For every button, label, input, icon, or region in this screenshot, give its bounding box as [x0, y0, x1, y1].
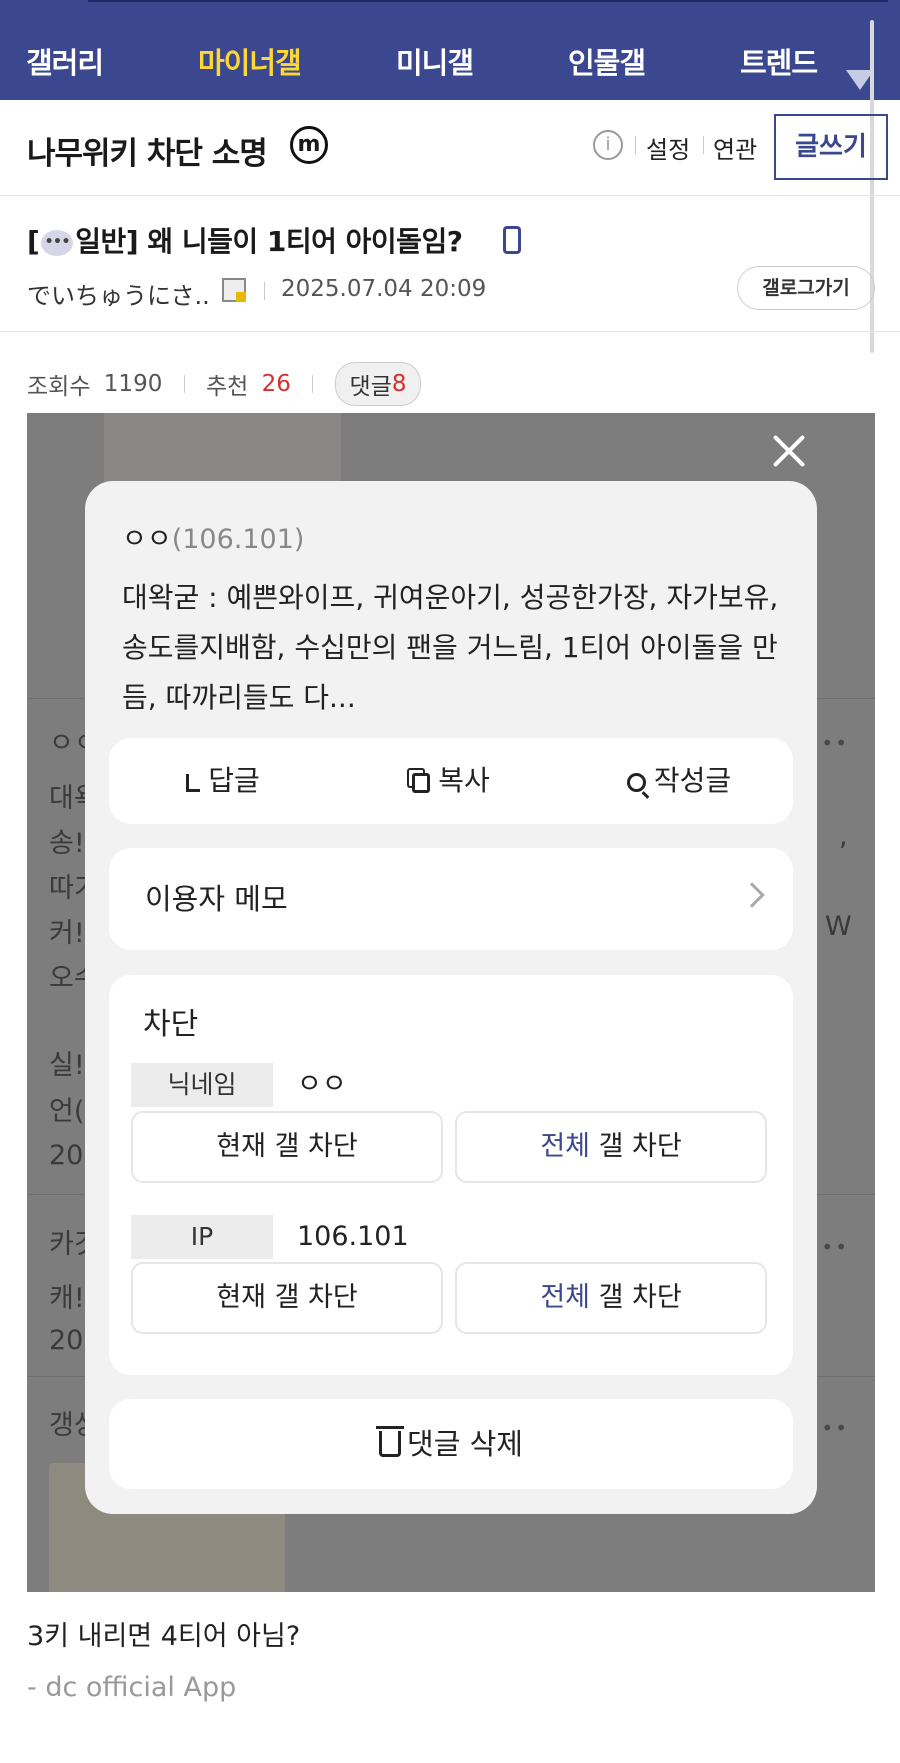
minor-gallery-badge-icon: m	[290, 126, 328, 164]
comments-label: 댓글	[349, 374, 392, 400]
reply-icon	[186, 774, 201, 792]
copy-icon	[412, 773, 431, 793]
nav-gallery[interactable]: 갤러리	[26, 40, 104, 82]
post-title-text: ] 왜 니들이 1티어 아이돌임?	[125, 225, 463, 258]
bg-comment-text: 캐!	[49, 1283, 85, 1314]
gallery-header: 나무위키 차단 소명 m i 설정 연관 글쓰기	[0, 100, 900, 196]
copy-label: 복사	[438, 764, 490, 797]
nickname-tag: 닉네임	[131, 1063, 273, 1107]
post-stats: 조회수 1190 추천 26 댓글8	[27, 362, 422, 406]
block-title: 차단	[143, 1007, 199, 1042]
all-label: 전체	[540, 1282, 590, 1313]
divider	[264, 282, 265, 300]
chevron-right-icon	[739, 882, 765, 908]
delete-comment-label: 댓글 삭제	[109, 1399, 793, 1489]
comment-count-pill[interactable]: 댓글8	[334, 362, 422, 406]
bg-comment-text: 실!	[49, 1050, 85, 1081]
user-memo-label: 이용자 메모	[145, 882, 288, 916]
bg-comment-text: W	[825, 911, 852, 942]
bg-comment-text: 20	[49, 1325, 84, 1356]
ip-value: 106.101	[297, 1221, 409, 1252]
delete-comment-button[interactable]: 댓글 삭제	[109, 1399, 793, 1489]
views-label: 조회수	[27, 374, 91, 400]
info-icon[interactable]: i	[593, 130, 623, 160]
divider	[635, 136, 636, 154]
block-section: 차단 닉네임 ㅇㅇ 현재 갤 차단 전체 갤 차단 IP 106.101 현재 …	[109, 975, 793, 1375]
search-bar-edge[interactable]	[88, 0, 888, 2]
copy-button[interactable]: 복사	[337, 738, 565, 824]
post-date: 2025.07.04 20:09	[281, 276, 487, 302]
speech-bubble-icon: •••	[41, 230, 74, 256]
all-label: 전체	[540, 1131, 590, 1162]
post-category: 일반	[75, 225, 126, 258]
ip-block-all-button[interactable]: 전체 갤 차단	[455, 1262, 767, 1334]
nickname-block-current-button[interactable]: 현재 갤 차단	[131, 1111, 443, 1183]
post-title: [••• 일반] 왜 니들이 1티어 아이돌임?	[27, 220, 463, 260]
nav-minor-gallery[interactable]: 마이너갤	[198, 40, 302, 82]
recommend-count: 26	[261, 371, 291, 397]
close-icon[interactable]	[770, 432, 808, 470]
bg-comment-text: 언(	[49, 1096, 85, 1127]
comment-action-modal: ㅇㅇ(106.101) 대왁굳 : 예쁜와이프, 귀여운아기, 성공한가장, 자…	[85, 481, 817, 1514]
nav-person-gallery[interactable]: 인물갤	[568, 40, 646, 82]
user-memo-row[interactable]: 이용자 메모	[109, 848, 793, 950]
divider	[312, 375, 314, 393]
gallery-block-label: 갤 차단	[590, 1131, 682, 1162]
ip-block-current-button[interactable]: 현재 갤 차단	[131, 1262, 443, 1334]
member-icon	[222, 278, 246, 302]
bg-comment-text: 커!	[49, 918, 85, 949]
gallery-block-label: 갤 차단	[590, 1282, 682, 1313]
title-bracket-open: [	[27, 225, 40, 258]
divider	[183, 375, 185, 393]
nav-trend[interactable]: 트렌드	[740, 40, 818, 82]
nickname-block-all-button[interactable]: 전체 갤 차단	[455, 1111, 767, 1183]
commenter-nickname: ㅇㅇ	[122, 524, 172, 555]
related-link[interactable]: 연관	[713, 130, 757, 165]
post-header: [••• 일반] 왜 니들이 1티어 아이돌임? でいちゅうにさ.. 2025.0…	[0, 196, 900, 332]
reply-button[interactable]: 답글	[109, 738, 337, 824]
ip-tag: IP	[131, 1215, 273, 1259]
delete-text: 댓글 삭제	[407, 1427, 523, 1461]
author-name[interactable]: でいちゅうにさ..	[27, 276, 210, 311]
comments-count: 8	[391, 371, 407, 397]
reply-label: 답글	[208, 764, 260, 797]
trash-icon	[376, 1426, 405, 1457]
gallery-title[interactable]: 나무위키 차단 소명	[27, 128, 268, 173]
nickname-value: ㅇㅇ	[297, 1069, 347, 1100]
nav-mini-gallery[interactable]: 미니갤	[396, 40, 474, 82]
views-count: 1190	[103, 371, 163, 397]
top-nav: 갤러리 마이너갤 미니갤 인물갤 트렌드	[0, 20, 900, 100]
write-button[interactable]: 글쓰기	[774, 114, 888, 180]
bg-comment-text: 송!	[49, 828, 85, 859]
commenter-name: ㅇㅇ(106.101)	[122, 517, 304, 556]
app-signature: - dc official App	[27, 1672, 237, 1703]
bg-comment-text: 20	[49, 1140, 84, 1171]
search-icon	[626, 773, 646, 792]
comment-text: 대왁굳 : 예쁜와이프, 귀여운아기, 성공한가장, 자가보유, 송도를지배함,…	[122, 581, 779, 714]
post-body-text: 3키 내리면 4티어 아님?	[27, 1621, 301, 1652]
divider	[703, 136, 704, 154]
recommend-label: 추천	[205, 374, 249, 400]
user-posts-button[interactable]: 작성글	[565, 738, 793, 824]
settings-link[interactable]: 설정	[646, 130, 690, 165]
commenter-ip: (106.101)	[171, 524, 305, 555]
gallog-button[interactable]: 갤로그가기	[737, 266, 875, 310]
mobile-icon	[503, 226, 521, 254]
bg-comment-text: ,	[839, 821, 848, 852]
user-posts-label: 작성글	[653, 764, 732, 797]
action-row: 답글 복사 작성글	[109, 738, 793, 824]
status-strip	[0, 0, 900, 20]
